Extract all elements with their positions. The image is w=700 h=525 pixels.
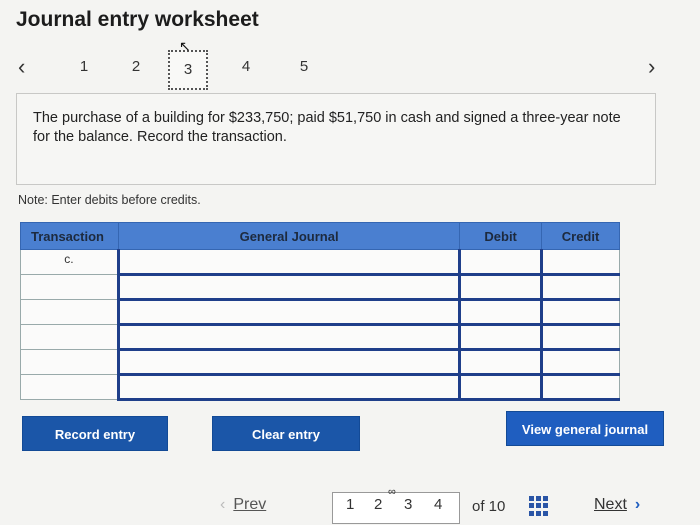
prev-label: Prev (233, 496, 267, 513)
problem-statement: The purchase of a building for $233,750;… (16, 93, 656, 185)
transaction-cell (20, 349, 119, 375)
table-row (20, 374, 620, 401)
table-row (20, 299, 620, 326)
debit-input[interactable] (458, 349, 543, 376)
record-entry-button[interactable]: Record entry (22, 416, 168, 451)
journal-header-row: Transaction General Journal Debit Credit (20, 222, 620, 250)
page-count: of 10 (472, 498, 506, 515)
transaction-cell (20, 274, 119, 300)
step-4[interactable]: 4 (226, 58, 266, 75)
credit-input[interactable] (540, 299, 620, 326)
step-3[interactable]: 3 (168, 50, 208, 90)
table-row: c. (20, 249, 620, 276)
debit-input[interactable] (458, 249, 543, 276)
mouse-cursor-icon: ↖ (179, 38, 191, 54)
page-4[interactable]: 4 (434, 496, 442, 513)
account-select[interactable] (116, 249, 461, 276)
table-row (20, 349, 620, 376)
transaction-cell (20, 299, 119, 325)
credit-input[interactable] (540, 249, 620, 276)
header-general-journal: General Journal (117, 222, 461, 250)
pagination: ‹ Prev 1 2 ∞ 3 4 of 10 Next › (220, 486, 680, 525)
prev-button[interactable]: ‹ Prev (220, 496, 266, 514)
account-select[interactable] (116, 349, 461, 376)
clear-entry-button[interactable]: Clear entry (212, 416, 360, 451)
header-transaction: Transaction (20, 222, 119, 250)
view-general-journal-button[interactable]: View general journal (506, 411, 664, 446)
step-navigation: ‹ 1 2 3 4 5 › (18, 50, 678, 90)
account-select[interactable] (116, 374, 461, 401)
step-5[interactable]: 5 (284, 58, 324, 75)
header-debit: Debit (459, 222, 543, 250)
page-title: Journal entry worksheet (16, 8, 259, 31)
header-credit: Credit (541, 222, 620, 250)
account-select[interactable] (116, 324, 461, 351)
account-select[interactable] (116, 299, 461, 326)
step-2[interactable]: 2 (116, 58, 156, 75)
debit-input[interactable] (458, 374, 543, 401)
debit-input[interactable] (458, 274, 543, 301)
table-row (20, 274, 620, 301)
grid-icon[interactable] (529, 496, 549, 516)
page-2[interactable]: 2 (374, 496, 382, 513)
next-label: Next (594, 496, 627, 513)
step-1[interactable]: 1 (64, 58, 104, 75)
chevron-right-icon: › (634, 496, 641, 513)
journal-table: Transaction General Journal Debit Credit… (20, 222, 620, 401)
transaction-cell (20, 374, 119, 400)
page-3[interactable]: 3 (404, 496, 412, 513)
table-row (20, 324, 620, 351)
debit-input[interactable] (458, 324, 543, 351)
credit-input[interactable] (540, 274, 620, 301)
link-icon: ∞ (388, 486, 396, 498)
account-select[interactable] (116, 274, 461, 301)
chevron-left-icon[interactable]: ‹ (18, 54, 25, 80)
chevron-left-icon: ‹ (220, 496, 226, 513)
chevron-right-icon[interactable]: › (648, 54, 655, 80)
transaction-cell (20, 324, 119, 350)
note-text: Note: Enter debits before credits. (18, 193, 201, 207)
page-1[interactable]: 1 (346, 496, 354, 513)
next-button[interactable]: Next › (594, 496, 640, 514)
credit-input[interactable] (540, 324, 620, 351)
debit-input[interactable] (458, 299, 543, 326)
credit-input[interactable] (540, 374, 620, 401)
transaction-cell: c. (20, 249, 119, 275)
credit-input[interactable] (540, 349, 620, 376)
